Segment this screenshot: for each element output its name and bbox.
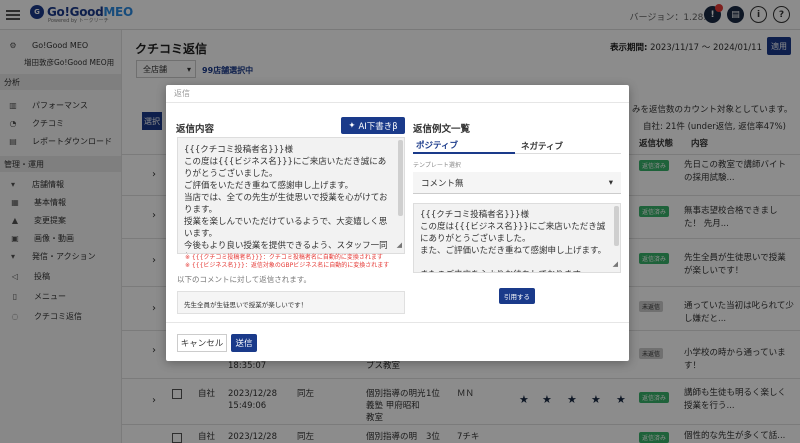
ai-draft-button[interactable]: ✦ AI下書きβ bbox=[341, 117, 405, 134]
reply-content-title: 返信内容 bbox=[176, 124, 215, 135]
scrollbar[interactable] bbox=[614, 206, 619, 246]
tab-positive[interactable]: ポジティブ bbox=[413, 138, 515, 154]
sparkle-icon: ✦ bbox=[348, 120, 356, 131]
scrollbar[interactable] bbox=[398, 140, 403, 216]
example-tabs: ポジティブ ネガティブ bbox=[413, 138, 621, 154]
modal-header: 返信 bbox=[166, 85, 629, 103]
reply-target-note: 以下のコメントに対して返信されます。 bbox=[177, 275, 312, 284]
reply-textarea[interactable]: {{{クチコミ投稿者名}}}様 この度は{{{ビジネス名}}}にご来店いただき誠… bbox=[177, 137, 405, 254]
placeholder-hints: ※ {{{クチコミ投稿者名}}}：クチコミ投稿者名に自動的に変換されます ※ {… bbox=[185, 254, 390, 269]
modal-footer-divider bbox=[166, 322, 629, 323]
examples-title: 返信例文一覧 bbox=[413, 124, 471, 135]
tab-negative[interactable]: ネガティブ bbox=[518, 138, 618, 154]
cancel-button[interactable]: キャンセル bbox=[177, 334, 227, 352]
caret-down-icon: ▾ bbox=[608, 177, 613, 188]
reply-modal: 返信 返信内容 ✦ AI下書きβ {{{クチコミ投稿者名}}}様 この度は{{{… bbox=[166, 85, 629, 361]
template-label: テンプレート選択 bbox=[413, 162, 461, 169]
resize-handle-icon[interactable]: ◢ bbox=[613, 258, 618, 270]
example-textarea[interactable]: {{{クチコミ投稿者名}}}様 この度は{{{ビジネス名}}}にご来店いただき誠… bbox=[413, 203, 621, 273]
quote-button[interactable]: 引用する bbox=[499, 288, 535, 304]
template-select[interactable]: コメント無 ▾ bbox=[413, 172, 621, 194]
resize-handle-icon[interactable]: ◢ bbox=[397, 239, 402, 251]
send-button[interactable]: 送信 bbox=[231, 334, 257, 352]
original-comment: 先生全員が生徒思いで授業が楽しいです！ bbox=[177, 291, 405, 314]
